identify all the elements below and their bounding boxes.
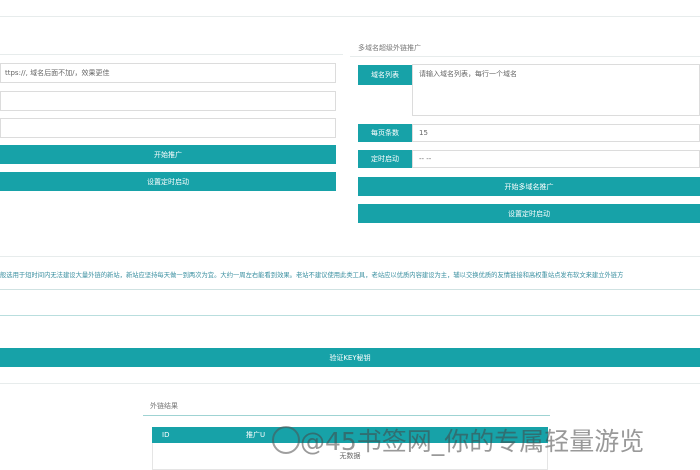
schedule-multi-button[interactable]: 设置定时启动 [358,204,700,223]
per-page-value: 15 [419,129,428,137]
left-panel-divider [0,54,343,55]
verify-key-button[interactable]: 验证KEY秘钥 [0,348,700,367]
start-multi-domain-label: 开始多域名推广 [504,182,554,191]
timer-input[interactable]: -- -- [412,150,700,168]
start-promotion-button[interactable]: 开始推广 [0,145,336,164]
start-promotion-label: 开始推广 [154,150,182,159]
url-input-placeholder: ttps://, 域名后面不加/，效果更佳 [5,69,110,77]
start-multi-domain-button[interactable]: 开始多域名推广 [358,177,700,196]
notice-divider [0,289,700,290]
watermark-logo-icon [272,426,300,454]
schedule-multi-label: 设置定时启动 [508,209,550,218]
notice-bottom-divider [0,315,700,316]
url-input[interactable]: ttps://, 域名后面不加/，效果更佳 [0,63,336,83]
schedule-start-button[interactable]: 设置定时启动 [0,172,336,191]
schedule-start-label: 设置定时启动 [147,177,189,186]
notice-text: 般选用于短时间内无法建设大量外链的新站，新站应坚持每天做一到两次为宜。大约一周左… [0,272,624,279]
text-input-3[interactable] [0,118,336,138]
watermark-text: @45书签网_你的专属轻量游览 [300,427,645,456]
verify-divider [0,383,700,384]
verify-key-label: 验证KEY秘钥 [329,353,371,362]
per-page-label-text: 每页条数 [371,129,399,137]
col-id-header: ID [162,431,170,439]
col-push-header: 推广U [246,431,266,439]
text-input-2[interactable] [0,91,336,111]
per-page-label: 每页条数 [358,124,412,142]
results-title: 外链结果 [150,402,178,410]
per-page-input[interactable]: 15 [412,124,700,142]
domain-list-label: 域名列表 [358,65,412,85]
domain-list-textarea[interactable]: 请输入域名列表，每行一个域名 [412,64,700,116]
notice-top-divider [0,256,700,257]
domain-list-placeholder: 请输入域名列表，每行一个域名 [419,70,517,78]
right-panel-divider [350,56,700,57]
results-divider [143,415,550,416]
timer-label: 定时启动 [358,150,412,168]
domain-list-label-text: 域名列表 [371,71,399,79]
timer-value: -- -- [419,155,432,163]
top-divider [0,16,700,17]
multi-domain-title: 多域名超级外链推广 [358,44,421,52]
timer-label-text: 定时启动 [371,155,399,163]
